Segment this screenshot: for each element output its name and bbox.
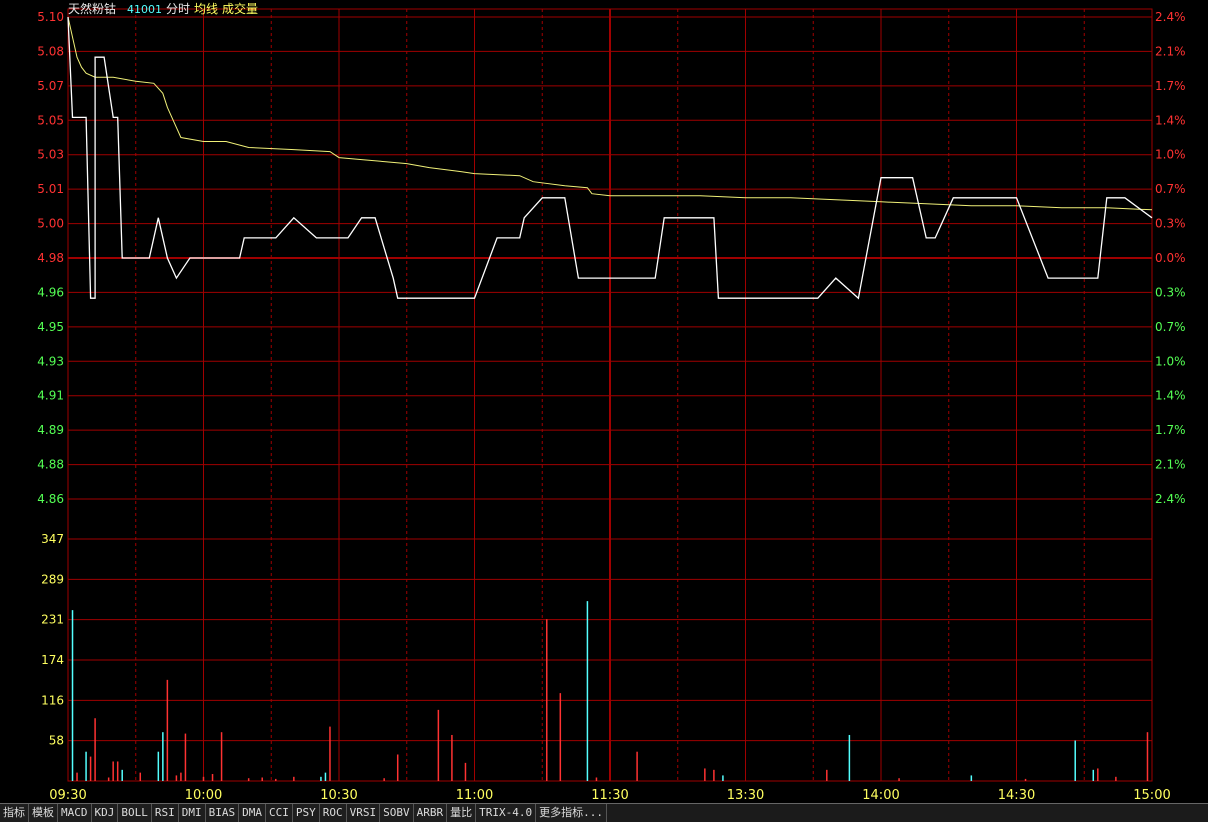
- percent-tick-label: 2.1%: [1155, 458, 1186, 472]
- time-tick-label: 11:30: [591, 788, 628, 803]
- percent-tick-label: 2.1%: [1155, 44, 1186, 58]
- percent-tick-label: 0.3%: [1155, 285, 1186, 299]
- volume-tick-label: 231: [41, 613, 64, 627]
- indicator-tab[interactable]: SOBV: [380, 804, 414, 822]
- price-tick-label: 5.05: [37, 113, 64, 127]
- price-tick-label: 5.03: [37, 148, 64, 162]
- indicator-tab[interactable]: 量比: [447, 804, 477, 822]
- indicator-tab[interactable]: 模板: [29, 804, 58, 822]
- percent-tick-label: 1.0%: [1155, 148, 1186, 162]
- percent-tick-label: 1.4%: [1155, 389, 1186, 403]
- time-tick-label: 14:30: [998, 788, 1035, 803]
- percent-tick-label: 1.7%: [1155, 79, 1186, 93]
- price-tick-label: 4.95: [37, 320, 64, 334]
- chart-canvas[interactable]: 5.10 2.4% 5.08 2.1% 5.07 1.7% 5.05 1.4% 5.03 1.0%…: [0, 0, 1208, 821]
- percent-tick-label: 1.7%: [1155, 423, 1186, 437]
- price-tick-label: 4.98: [37, 251, 64, 265]
- price-tick-label: 4.91: [37, 389, 64, 403]
- indicator-tab[interactable]: DMI: [178, 804, 206, 822]
- header-legend-label: 成交量: [222, 1, 258, 16]
- volume-tick-label: 347: [41, 532, 64, 546]
- percent-tick-label: 0.7%: [1155, 320, 1186, 334]
- instrument-code: 41001: [127, 3, 162, 16]
- price-tick-label: 5.00: [37, 217, 64, 231]
- indicator-tab[interactable]: RSI: [151, 804, 179, 822]
- volume-tick-label: 116: [41, 693, 64, 707]
- volume-tick-label: 58: [49, 734, 64, 748]
- indicator-tab[interactable]: VRSI: [346, 804, 381, 822]
- indicator-tab[interactable]: 更多指标...: [536, 804, 607, 822]
- indicator-tab[interactable]: TRIX-4.0: [476, 804, 537, 822]
- time-tick-label: 10:30: [320, 788, 357, 803]
- indicator-tab-bar: 指标 模板 MACD KDJ BOLL RSI DMI BIAS DMA CCI PSY ROC VRS…: [0, 803, 1208, 822]
- indicator-tab[interactable]: CCI: [266, 804, 293, 822]
- price-tick-label: 5.08: [37, 44, 64, 58]
- indicator-tab[interactable]: MACD: [58, 804, 92, 822]
- indicator-tab[interactable]: 指标: [0, 804, 29, 822]
- indicator-tab[interactable]: DMA: [239, 804, 266, 822]
- time-tick-label: 09:30: [49, 788, 86, 803]
- time-tick-label: 13:30: [727, 788, 764, 803]
- indicator-tab[interactable]: KDJ: [91, 804, 119, 822]
- price-tick-label: 5.07: [37, 79, 64, 93]
- indicator-tab[interactable]: PSY: [292, 804, 320, 822]
- price-tick-label: 5.01: [37, 182, 64, 196]
- percent-tick-label: 0.7%: [1155, 182, 1186, 196]
- instrument-name: 天然粉钴: [68, 1, 116, 16]
- header-legend-label: 均线: [194, 2, 218, 16]
- volume-tick-label: 174: [41, 653, 64, 667]
- percent-tick-label: 0.3%: [1155, 217, 1186, 231]
- percent-tick-label: 2.4%: [1155, 10, 1186, 24]
- price-tick-label: 4.86: [37, 492, 64, 506]
- price-tick-label: 5.10: [37, 10, 64, 24]
- time-tick-label: 11:00: [456, 788, 493, 803]
- percent-tick-label: 2.4%: [1155, 492, 1186, 506]
- price-tick-label: 4.89: [37, 423, 64, 437]
- time-tick-label: 15:00: [1133, 788, 1170, 803]
- indicator-tab[interactable]: ARBR: [413, 804, 448, 822]
- header-legend-label: 分时: [166, 2, 190, 16]
- volume-tick-label: 289: [41, 572, 64, 586]
- time-tick-label: 14:00: [862, 788, 899, 803]
- price-tick-label: 4.96: [37, 285, 64, 299]
- time-tick-label: 10:00: [185, 788, 222, 803]
- price-tick-label: 4.93: [37, 354, 64, 368]
- percent-tick-label: 1.0%: [1155, 354, 1186, 368]
- price-tick-label: 4.88: [37, 458, 64, 472]
- indicator-tab[interactable]: ROC: [319, 804, 347, 822]
- percent-tick-label: 1.4%: [1155, 113, 1186, 127]
- indicator-tab[interactable]: BOLL: [118, 804, 152, 822]
- indicator-tab[interactable]: BIAS: [205, 804, 240, 822]
- percent-tick-label: 0.0%: [1155, 251, 1186, 265]
